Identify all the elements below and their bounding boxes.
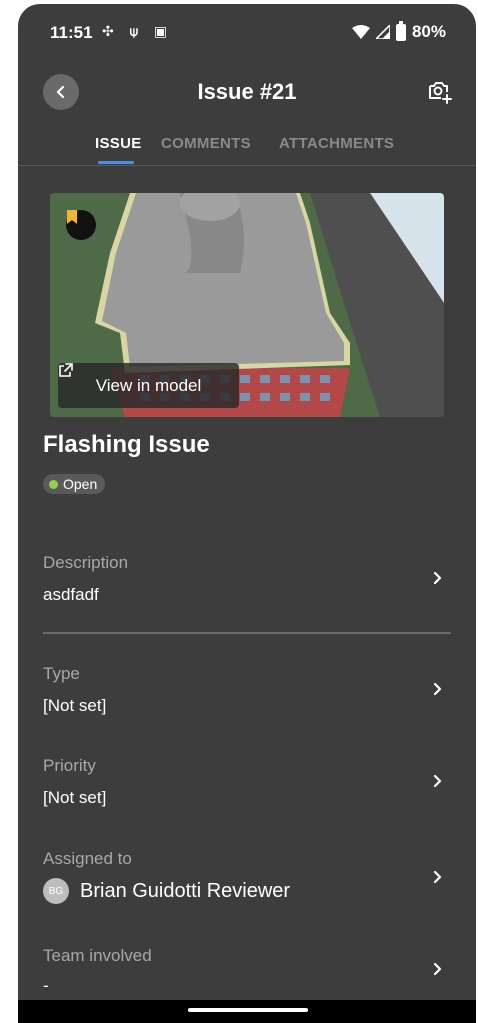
assignee: BG Brian Guidotti Reviewer xyxy=(43,878,290,904)
assigned-to-row[interactable]: Assigned to BG Brian Guidotti Reviewer xyxy=(18,849,476,909)
header: Issue #21 xyxy=(18,62,476,122)
status-badge: Open xyxy=(43,474,106,494)
tab-comments[interactable]: COMMENTS xyxy=(161,135,251,152)
status-time: 11:51 xyxy=(50,23,93,42)
description-label: Description xyxy=(43,553,129,572)
priority-row[interactable]: Priority [Not set] xyxy=(18,756,476,816)
chevron-right-icon xyxy=(433,962,442,976)
avatar: BG xyxy=(43,878,69,904)
type-row[interactable]: Type [Not set] xyxy=(18,664,476,724)
bookmark-badge xyxy=(66,210,96,240)
tab-bar: ISSUE COMMENTS ATTACHMENTS xyxy=(18,124,476,166)
assignee-name: Brian Guidotti Reviewer xyxy=(80,879,291,902)
assigned-to-label: Assigned to xyxy=(43,849,132,868)
system-nav-bar xyxy=(18,1000,476,1023)
battery-percent: 80% xyxy=(411,22,446,41)
view-in-model-button[interactable]: View in model xyxy=(58,363,239,408)
issue-title: Flashing Issue xyxy=(43,431,210,458)
status-label: Open xyxy=(63,476,98,492)
cell-signal-icon xyxy=(375,25,390,39)
type-label: Type xyxy=(43,664,80,683)
chevron-right-icon xyxy=(433,774,442,788)
notification-icons: ✣ ⍦ ▣ xyxy=(102,23,174,39)
description-row[interactable]: Description asdfadf xyxy=(18,553,476,613)
wifi-icon xyxy=(351,25,370,39)
type-value: [Not set] xyxy=(43,696,107,715)
external-link-icon xyxy=(59,363,73,377)
chevron-right-icon xyxy=(433,571,442,585)
status-bar: 11:51 ✣ ⍦ ▣ 80% xyxy=(18,4,476,62)
model-thumbnail[interactable]: View in model xyxy=(50,193,444,417)
priority-value: [Not set] xyxy=(43,788,107,807)
bookmark-icon xyxy=(67,210,77,224)
phone-screen: 11:51 ✣ ⍦ ▣ 80% Issue #21 ISSUE COMMENTS… xyxy=(18,4,476,1023)
status-dot xyxy=(49,479,58,489)
tab-issue[interactable]: ISSUE xyxy=(95,135,142,152)
chevron-right-icon xyxy=(433,682,442,696)
team-involved-row[interactable]: Team involved - xyxy=(18,946,476,1000)
page-title: Issue #21 xyxy=(197,79,297,104)
active-tab-indicator xyxy=(98,161,134,164)
section-divider xyxy=(43,632,451,634)
add-photo-icon[interactable] xyxy=(424,76,454,106)
team-involved-label: Team involved xyxy=(43,946,152,965)
priority-label: Priority xyxy=(43,756,96,775)
view-in-model-label: View in model xyxy=(95,375,202,395)
chevron-right-icon xyxy=(433,870,442,884)
status-right: 80% xyxy=(351,20,446,42)
description-value: asdfadf xyxy=(43,585,99,604)
tab-attachments[interactable]: ATTACHMENTS xyxy=(279,135,394,152)
team-involved-value: - xyxy=(43,976,49,995)
home-indicator[interactable] xyxy=(188,1008,308,1012)
battery-icon xyxy=(395,20,406,41)
